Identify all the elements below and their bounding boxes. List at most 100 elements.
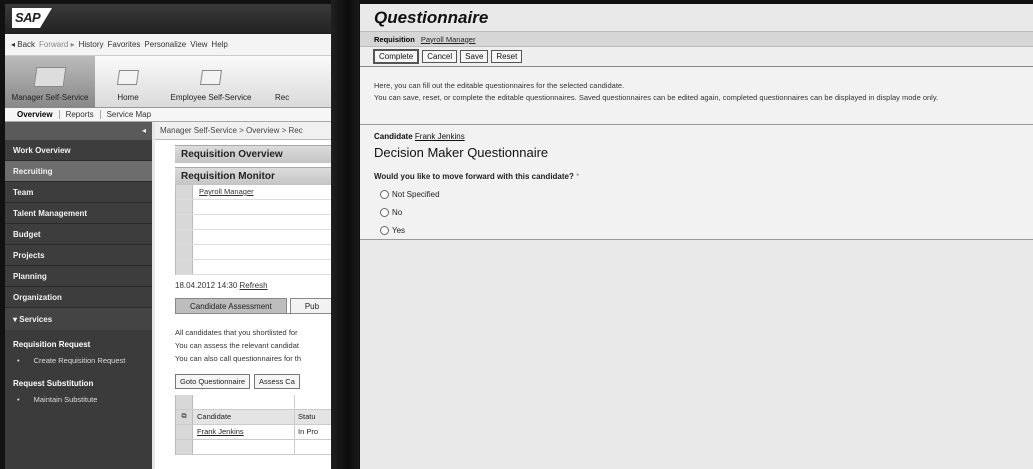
- subnav-overview[interactable]: Overview: [11, 110, 60, 119]
- launch-label: Home: [117, 93, 139, 102]
- page-title: Questionnaire: [360, 4, 1033, 31]
- launch-manager-self-service[interactable]: Manager Self-Service: [5, 56, 95, 108]
- services-toggle[interactable]: ▾ Services: [5, 308, 152, 330]
- favorites-menu[interactable]: Favorites: [108, 40, 141, 49]
- radio-button-icon[interactable]: [380, 190, 389, 199]
- window-divider: [331, 0, 359, 469]
- row-selector[interactable]: [176, 245, 193, 259]
- history-menu[interactable]: History: [79, 40, 104, 49]
- info-line: You can save, reset, or complete the edi…: [374, 93, 939, 102]
- portal-body: ◂ Work Overview Recruiting Team Talent M…: [5, 122, 331, 469]
- help-menu[interactable]: Help: [211, 40, 227, 49]
- nav-item-organization[interactable]: Organization: [5, 287, 152, 308]
- select-all-icon[interactable]: ⧉: [176, 410, 193, 424]
- folder-icon: [116, 70, 140, 85]
- row-selector[interactable]: [176, 230, 193, 244]
- requisition-monitor-title: Requisition Monitor: [175, 167, 331, 185]
- assessment-tabs: Candidate Assessment Pub: [175, 298, 331, 314]
- row-selector[interactable]: [176, 425, 193, 439]
- service-group-heading: Requisition Request: [13, 340, 91, 349]
- radio-label: Not Specified: [392, 190, 440, 199]
- table-cell: [193, 230, 331, 244]
- sub-navigation: Overview Reports Service Map: [5, 108, 331, 122]
- folder-icon: [33, 67, 67, 87]
- table-row[interactable]: Frank Jenkins In Pro: [176, 425, 331, 440]
- nav-item-budget[interactable]: Budget: [5, 224, 152, 245]
- service-link-create-requisition[interactable]: • Create Requisition Request: [5, 356, 152, 365]
- nav-item-recruiting[interactable]: Recruiting: [5, 161, 152, 182]
- table-spacer-row: [176, 395, 331, 410]
- table-row: [176, 230, 331, 245]
- column-header-candidate[interactable]: Candidate: [193, 410, 295, 424]
- radio-button-icon[interactable]: [380, 226, 389, 235]
- complete-button[interactable]: Complete: [373, 49, 420, 64]
- reset-button[interactable]: Reset: [491, 50, 523, 63]
- column-header-status[interactable]: Statu: [295, 410, 331, 424]
- refresh-timestamp: 18.04.2012 14:30: [175, 281, 238, 290]
- table-cell: [295, 395, 331, 409]
- description-line: All candidates that you shortlisted for: [175, 328, 298, 337]
- bullet-icon: •: [17, 356, 20, 365]
- table-cell: [193, 395, 295, 409]
- requisition-context-bar: Requisition Payroll Manager: [360, 31, 1033, 47]
- table-row: [176, 440, 331, 455]
- radio-button-icon[interactable]: [380, 208, 389, 217]
- service-link-maintain-substitute[interactable]: • Maintain Substitute: [5, 395, 152, 404]
- requisition-link[interactable]: Payroll Manager: [421, 35, 476, 44]
- launch-employee-self-service[interactable]: Employee Self-Service: [161, 56, 261, 108]
- launch-recruiting[interactable]: Rec: [261, 56, 301, 108]
- row-selector[interactable]: [176, 260, 193, 274]
- row-selector[interactable]: [176, 215, 193, 229]
- questionnaire-heading: Decision Maker Questionnaire: [374, 145, 549, 160]
- nav-item-planning[interactable]: Planning: [5, 266, 152, 287]
- radio-label: No: [392, 208, 403, 217]
- cancel-button[interactable]: Cancel: [422, 50, 458, 63]
- nav-item-projects[interactable]: Projects: [5, 245, 152, 266]
- nav-item-work-overview[interactable]: Work Overview: [5, 140, 152, 161]
- bullet-icon: •: [17, 395, 20, 404]
- personalize-menu[interactable]: Personalize: [144, 40, 186, 49]
- service-link-label: Create Requisition Request: [33, 356, 126, 365]
- table-row: [176, 215, 331, 230]
- table-row[interactable]: Payroll Manager: [176, 185, 331, 200]
- refresh-link[interactable]: Refresh: [240, 281, 268, 290]
- launchpad: Manager Self-Service Home Employee Self-…: [5, 56, 331, 108]
- table-row: [176, 245, 331, 260]
- back-button[interactable]: ◂ Back: [11, 40, 35, 49]
- subnav-reports[interactable]: Reports: [60, 110, 101, 119]
- breadcrumb: Manager Self-Service > Overview > Rec: [155, 122, 331, 140]
- assessment-toolbar: Goto Questionnaire Assess Ca: [175, 374, 331, 389]
- table-cell: [193, 215, 331, 229]
- subnav-service-map[interactable]: Service Map: [101, 110, 157, 119]
- goto-questionnaire-button[interactable]: Goto Questionnaire: [175, 374, 251, 389]
- tab-publication[interactable]: Pub: [289, 298, 331, 313]
- required-marker: *: [576, 172, 580, 181]
- save-button[interactable]: Save: [460, 50, 489, 63]
- candidate-label: Candidate: [374, 132, 413, 141]
- nav-item-team[interactable]: Team: [5, 182, 152, 203]
- radio-not-specified[interactable]: Not Specified: [380, 190, 1033, 199]
- requisition-link[interactable]: Payroll Manager: [193, 185, 331, 199]
- nav-item-talent-management[interactable]: Talent Management: [5, 203, 152, 224]
- portal-menu-bar: ◂ Back Forward ▸ History Favorites Perso…: [5, 34, 331, 56]
- nav-top-bar: ◂: [5, 122, 152, 140]
- launch-home[interactable]: Home: [95, 56, 161, 108]
- candidate-name-link[interactable]: Frank Jenkins: [415, 132, 465, 141]
- tab-candidate-assessment[interactable]: Candidate Assessment: [175, 298, 287, 313]
- questionnaire-form: Candidate Frank Jenkins Decision Maker Q…: [360, 125, 1033, 240]
- table-cell: [193, 245, 331, 259]
- questionnaire-info: Here, you can fill out the editable ques…: [360, 67, 1033, 125]
- row-selector[interactable]: [176, 440, 193, 454]
- view-menu[interactable]: View: [190, 40, 207, 49]
- radio-yes[interactable]: Yes: [380, 226, 1033, 235]
- table-row: [176, 200, 331, 215]
- sap-logo: SAP: [12, 8, 52, 28]
- row-selector[interactable]: [176, 200, 193, 214]
- collapse-nav-icon[interactable]: ◂: [142, 126, 146, 135]
- radio-no[interactable]: No: [380, 208, 1033, 217]
- table-cell: [193, 260, 331, 274]
- row-selector[interactable]: [176, 185, 193, 199]
- assess-candidate-button[interactable]: Assess Ca: [254, 374, 300, 389]
- candidate-link[interactable]: Frank Jenkins: [193, 425, 295, 439]
- forward-button[interactable]: Forward ▸: [39, 40, 75, 49]
